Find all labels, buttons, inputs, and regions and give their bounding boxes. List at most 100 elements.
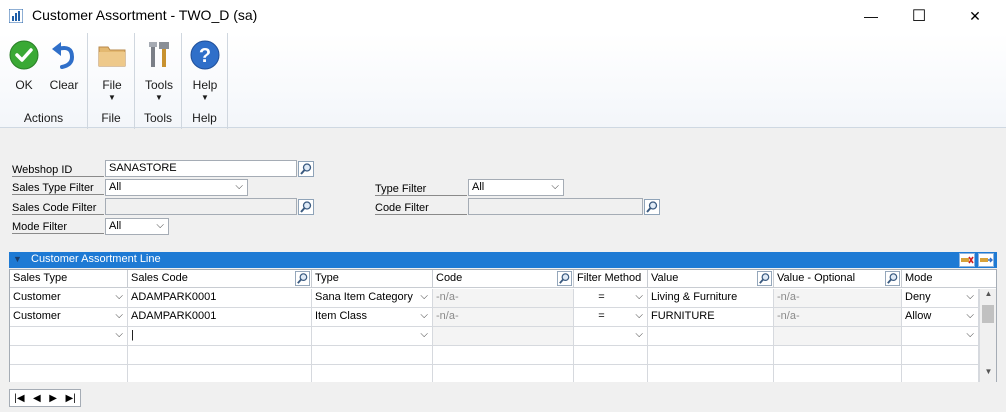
scroll-down-icon[interactable]: ▼ — [980, 367, 997, 382]
cell-empty[interactable] — [433, 365, 574, 382]
lookup-icon[interactable] — [757, 271, 772, 286]
last-record-icon[interactable]: ▶| — [65, 393, 75, 404]
cell-filter-method[interactable]: ⌵ — [574, 327, 648, 346]
cell-filter-method[interactable]: = ⌵ — [574, 289, 648, 308]
lookup-icon[interactable] — [295, 271, 310, 286]
lookup-icon[interactable] — [557, 271, 572, 286]
clear-button[interactable]: Clear — [44, 39, 84, 92]
cell-sales-code[interactable] — [128, 346, 312, 365]
cell-mode[interactable]: Deny ⌵ — [902, 289, 979, 308]
ribbon-group-help: ? Help ▼ Help — [182, 33, 228, 129]
cell-value[interactable] — [648, 346, 774, 365]
cell-value-optional[interactable]: -n/a- — [774, 308, 902, 327]
cell-filter-method[interactable]: = ⌵ — [574, 308, 648, 327]
cell-mode[interactable] — [902, 346, 979, 365]
sales-code-filter-lookup-button[interactable] — [297, 198, 315, 216]
ribbon-group-label-actions: Actions — [23, 111, 64, 125]
webshop-id-lookup-button[interactable] — [297, 160, 315, 178]
cell-empty[interactable] — [902, 365, 979, 382]
cell-value[interactable]: FURNITURE — [648, 308, 774, 327]
ribbon-group-label-file: File — [101, 111, 121, 125]
next-record-icon[interactable]: ▶ — [49, 393, 57, 404]
cell-empty[interactable] — [648, 365, 774, 382]
cell-code[interactable] — [433, 346, 574, 365]
scroll-up-icon[interactable]: ▲ — [980, 289, 997, 304]
cell-value-optional[interactable] — [774, 327, 902, 346]
code-filter-lookup-button[interactable] — [643, 198, 661, 216]
ribbon-group-label-help: Help — [192, 111, 217, 125]
cell-type[interactable]: ⌵ — [312, 327, 433, 346]
webshop-id-field[interactable]: SANASTORE — [105, 160, 297, 177]
type-filter-label: Type Filter — [375, 183, 467, 196]
ribbon-group-tools: Tools ▼ Tools — [135, 33, 182, 129]
help-button[interactable]: ? Help ▼ — [185, 39, 225, 103]
cell-text: Sana Item Category — [315, 291, 413, 303]
minimize-icon: — — [864, 8, 878, 24]
cell-type[interactable]: Item Class ⌵ — [312, 308, 433, 327]
ok-label: OK — [15, 78, 33, 92]
cell-empty[interactable] — [312, 365, 433, 382]
insert-row-button[interactable] — [978, 253, 994, 267]
cell-type[interactable] — [312, 346, 433, 365]
cell-value[interactable] — [648, 327, 774, 346]
cell-value[interactable]: Living & Furniture — [648, 289, 774, 308]
close-button[interactable]: ✕ — [952, 0, 998, 32]
first-record-icon[interactable]: |◀ — [14, 393, 24, 404]
cell-code[interactable] — [433, 327, 574, 346]
code-filter-field[interactable] — [468, 198, 643, 215]
cell-mode[interactable]: Allow ⌵ — [902, 308, 979, 327]
mode-filter-select[interactable]: All ⌵ — [105, 218, 169, 235]
chevron-down-icon: ⌵ — [420, 329, 428, 340]
webshop-id-label: Webshop ID — [12, 164, 104, 177]
cell-value-optional[interactable]: -n/a- — [774, 289, 902, 308]
ok-check-icon — [9, 40, 39, 70]
cell-empty[interactable] — [10, 365, 128, 382]
cell-value-optional[interactable] — [774, 346, 902, 365]
cell-sales-code[interactable]: ADAMPARK0001 — [128, 289, 312, 308]
cell-sales-code[interactable]: | — [128, 327, 312, 346]
cell-sales-type[interactable]: Customer ⌵ — [10, 289, 128, 308]
lookup-icon — [644, 199, 660, 215]
previous-record-icon[interactable]: ◀ — [33, 393, 41, 404]
cell-type[interactable]: Sana Item Category ⌵ — [312, 289, 433, 308]
sales-code-filter-label: Sales Code Filter — [12, 202, 104, 215]
col-header-sales-code-label: Sales Code — [131, 272, 188, 284]
scroll-thumb[interactable] — [982, 305, 994, 323]
tools-button[interactable]: Tools ▼ — [139, 39, 179, 103]
sales-type-filter-select[interactable]: All ⌵ — [105, 179, 248, 196]
cell-code[interactable]: -n/a- — [433, 289, 574, 308]
svg-text:?: ? — [199, 45, 211, 67]
delete-row-button[interactable] — [959, 253, 975, 267]
record-navigation: |◀ ◀ ▶ ▶| — [9, 389, 81, 407]
chevron-down-icon: ⌵ — [235, 181, 243, 192]
insert-row-icon — [980, 257, 993, 263]
col-header-filter-method: Filter Method — [574, 270, 648, 288]
delete-row-icon — [961, 256, 974, 264]
sales-code-filter-field[interactable] — [105, 198, 297, 215]
cell-sales-type[interactable] — [10, 346, 128, 365]
cell-sales-type[interactable]: ⌵ — [10, 327, 128, 346]
tools-label: Tools — [144, 78, 173, 92]
assortment-grid: Sales Type Sales Code Type Code Filter M… — [9, 269, 997, 382]
file-button[interactable]: File ▼ — [92, 39, 132, 103]
cell-sales-type[interactable]: Customer ⌵ — [10, 308, 128, 327]
maximize-button[interactable]: ☐ — [896, 0, 942, 32]
lookup-icon[interactable] — [885, 271, 900, 286]
cell-mode[interactable]: ⌵ — [902, 327, 979, 346]
col-header-value-optional: Value - Optional — [774, 270, 902, 288]
expand-triangle-icon[interactable]: ▼ — [13, 254, 22, 264]
cell-sales-code[interactable]: ADAMPARK0001 — [128, 308, 312, 327]
cell-empty[interactable] — [574, 365, 648, 382]
cell-empty[interactable] — [128, 365, 312, 382]
ok-button[interactable]: OK — [4, 39, 44, 92]
grid-scrollbar[interactable]: ▲ ▼ — [979, 289, 996, 382]
cell-code[interactable]: -n/a- — [433, 308, 574, 327]
cell-filter-method[interactable] — [574, 346, 648, 365]
minimize-button[interactable]: — — [848, 0, 894, 32]
cell-empty[interactable] — [774, 365, 902, 382]
type-filter-select[interactable]: All ⌵ — [468, 179, 564, 196]
help-icon: ? — [190, 40, 220, 70]
mode-filter-label: Mode Filter — [12, 221, 104, 234]
chevron-down-icon: ⌵ — [115, 291, 123, 302]
sales-type-filter-value: All — [109, 181, 122, 193]
